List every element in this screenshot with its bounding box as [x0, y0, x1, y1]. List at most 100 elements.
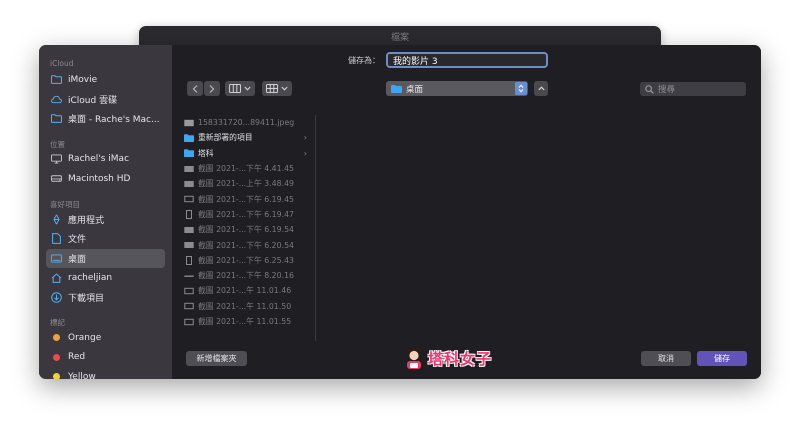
- mascot-logo-icon: [407, 347, 421, 369]
- file-name: 截圖 2021-...午 11.01.50: [198, 301, 292, 311]
- sidebar-item[interactable]: iCloud 雲碟: [46, 90, 165, 110]
- file-thumbnail-icon: [184, 164, 194, 173]
- file-row[interactable]: 截圖 2021-...下午 6.19.47: [172, 207, 315, 222]
- file-row[interactable]: 截圖 2021-...下午 6.19.54: [172, 222, 315, 237]
- sidebar-tag-item[interactable]: Red: [46, 348, 165, 368]
- file-thumbnail-icon: [184, 241, 194, 250]
- sidebar-section-heading: iCloud: [50, 59, 74, 68]
- sidebar-item-label: 應用程式: [68, 215, 105, 226]
- sidebar-item-label: 桌面: [68, 254, 87, 265]
- chevron-down-icon: [281, 86, 288, 91]
- saveas-label: 儲存為：: [348, 56, 380, 65]
- location-select[interactable]: 桌面: [386, 81, 528, 96]
- sidebar-item[interactable]: Macintosh HD: [46, 169, 165, 189]
- file-name: 截圖 2021-...下午 6.19.54: [198, 225, 294, 235]
- sidebar-section-heading: 喜好項目: [50, 199, 80, 209]
- download-icon: [51, 291, 62, 303]
- file-list: 158331720...89411.jpeg 重新部署的項目 › 塔科 › 截圖 2021…: [172, 115, 316, 341]
- file-thumbnail-icon: [184, 317, 194, 326]
- sidebar-item-label: iCloud 雲碟: [68, 95, 118, 106]
- sidebar-section-heading: 標記: [50, 318, 65, 327]
- sidebar-item[interactable]: 下載項目: [46, 288, 165, 308]
- main-panel: 儲存為： 桌面: [172, 45, 761, 379]
- file-thumbnail-icon: [184, 302, 194, 311]
- file-name: 截圖 2021-...下午 6.25.43: [198, 255, 294, 265]
- sidebar-item-label: racheljian: [68, 272, 113, 283]
- chevron-left-icon: [192, 84, 198, 93]
- document-icon: [51, 233, 62, 245]
- toolbar: 桌面 搜尋: [172, 81, 761, 98]
- saveas-row: 儲存為：: [172, 52, 761, 69]
- save-button[interactable]: 儲存: [697, 351, 747, 366]
- file-name: 截圖 2021-...午 11.01.55: [198, 317, 292, 326]
- file-name: 截圖 2021-...下午 6.19.47: [198, 209, 294, 219]
- cancel-button[interactable]: 取消: [641, 351, 691, 366]
- file-thumbnail-icon: [184, 225, 194, 234]
- sidebar-tag-item[interactable]: Orange: [46, 328, 165, 348]
- updown-arrows-icon: [515, 82, 527, 95]
- sidebar-item[interactable]: iMovie: [46, 70, 165, 90]
- back-button[interactable]: [187, 81, 203, 96]
- save-dialog: iCloud iMovie iCloud 雲碟桌面 - Rache's Mac...…: [39, 45, 761, 379]
- new-folder-button[interactable]: 新增檔案夾: [186, 351, 247, 366]
- file-row[interactable]: 截圖 2021-...午 11.01.50: [172, 299, 315, 314]
- saveas-input[interactable]: [386, 52, 548, 68]
- folder-row[interactable]: 塔科 ›: [172, 146, 315, 161]
- sidebar-item[interactable]: 桌面 - Rache's Mac...: [46, 109, 165, 129]
- sidebar-tag-label: Orange: [68, 332, 102, 343]
- bottom-bar: 新增檔案夾 塔科女子 取消 儲存: [172, 341, 761, 379]
- chevron-right-icon: ›: [303, 133, 307, 143]
- sidebar-section-heading: 位置: [50, 139, 65, 149]
- file-thumbnail-icon: [184, 209, 194, 219]
- disk-icon: [51, 173, 62, 184]
- group-button[interactable]: [262, 81, 292, 96]
- file-name: 截圖 2021-...下午 6.19.45: [198, 194, 294, 204]
- sidebar-item[interactable]: 桌面: [46, 248, 165, 268]
- folder-row[interactable]: 重新部署的項目 ›: [172, 130, 315, 145]
- sidebar-item-label: 文件: [68, 235, 87, 246]
- sidebar-tag-label: Red: [68, 352, 86, 363]
- chevron-right-icon: ›: [303, 148, 307, 158]
- sidebar-item-label: 下載項目: [68, 293, 105, 304]
- file-thumbnail-icon: [184, 286, 194, 295]
- expand-button[interactable]: [534, 81, 548, 96]
- sidebar-item-label: iMovie: [68, 74, 98, 85]
- file-name: 塔科: [198, 148, 214, 158]
- chevron-up-icon: [537, 86, 545, 91]
- file-row[interactable]: 截圖 2021-...午 11.01.46: [172, 283, 315, 298]
- folder-icon: [51, 74, 62, 85]
- file-row[interactable]: 158331720...89411.jpeg: [172, 115, 315, 130]
- sidebar: iCloud iMovie iCloud 雲碟桌面 - Rache's Mac...…: [39, 45, 172, 379]
- file-name: 截圖 2021-...下午 8.20.16: [198, 271, 294, 281]
- file-name: 重新部署的項目: [198, 133, 253, 143]
- sidebar-item-label: 桌面 - Rache's Mac...: [68, 115, 160, 126]
- location-label: 桌面: [406, 84, 424, 95]
- chevron-down-icon: [244, 86, 251, 91]
- file-row[interactable]: 截圖 2021-...下午 6.25.43: [172, 253, 315, 268]
- watermark-text: 塔科女子: [428, 349, 493, 368]
- sidebar-item[interactable]: 應用程式: [46, 210, 165, 230]
- sidebar-item[interactable]: Rachel's iMac: [46, 150, 165, 170]
- folder-icon: [184, 133, 194, 142]
- tag-dot-icon: [53, 353, 60, 361]
- sidebar-item[interactable]: 文件: [46, 229, 165, 249]
- file-row[interactable]: 截圖 2021-...上午 3.48.49: [172, 176, 315, 191]
- sidebar-item[interactable]: racheljian: [46, 268, 165, 288]
- grid-icon: [266, 84, 278, 93]
- file-row[interactable]: 截圖 2021-...下午 6.20.54: [172, 237, 315, 252]
- file-row[interactable]: 截圖 2021-...下午 8.20.16: [172, 268, 315, 283]
- file-thumbnail-icon: [184, 195, 194, 204]
- file-row[interactable]: 截圖 2021-...下午 6.19.45: [172, 191, 315, 206]
- sidebar-tag-item[interactable]: Yellow: [46, 367, 165, 379]
- view-mode-button[interactable]: [225, 81, 255, 96]
- search-placeholder: 搜尋: [658, 85, 676, 95]
- file-row[interactable]: 截圖 2021-...午 11.01.55: [172, 314, 315, 329]
- file-name: 截圖 2021-...上午 3.48.49: [198, 179, 294, 189]
- desktop-icon: [51, 253, 62, 264]
- file-row[interactable]: 截圖 2021-...下午 4.41.45: [172, 161, 315, 176]
- sidebar-item-label: Rachel's iMac: [68, 154, 130, 165]
- chevron-right-icon: [209, 84, 215, 93]
- search-field[interactable]: 搜尋: [640, 82, 746, 96]
- forward-button[interactable]: [204, 81, 220, 96]
- file-name: 截圖 2021-...午 11.01.46: [198, 286, 292, 296]
